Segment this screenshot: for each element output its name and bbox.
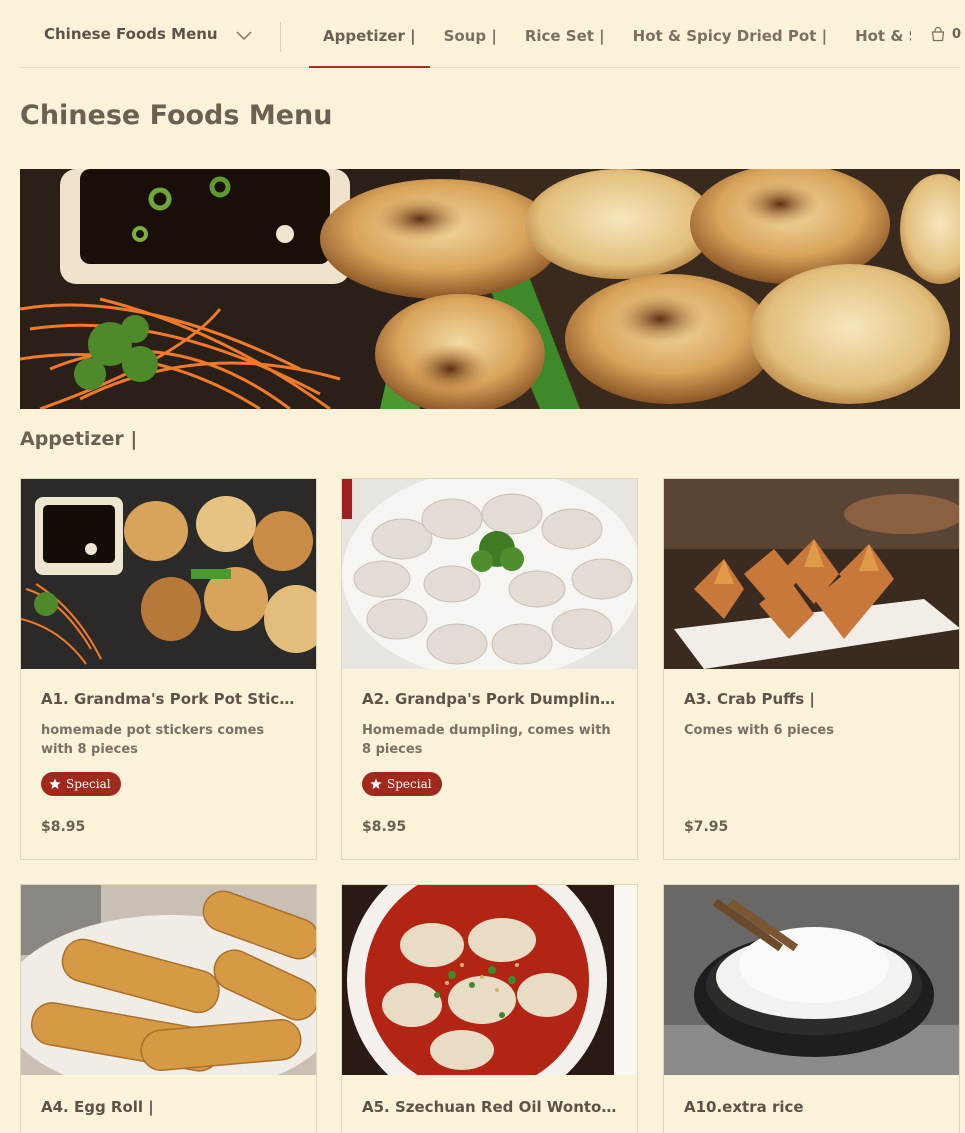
- item-name: A1. Grandma's Pork Pot Sticker...: [41, 690, 299, 708]
- menu-selector-label: Chinese Foods Menu: [44, 25, 218, 43]
- star-icon: [49, 778, 61, 789]
- item-photo-crab-puffs: [664, 479, 959, 669]
- item-price: $8.95: [41, 819, 86, 835]
- item-photo-egg-roll: [21, 885, 316, 1075]
- item-name: A10.extra rice: [684, 1098, 804, 1116]
- menu-item-card[interactable]: A5. Szechuan Red Oil Wontons |: [341, 884, 638, 1133]
- item-description: Comes with 6 pieces: [684, 723, 834, 738]
- hero-image-potstickers: [20, 169, 960, 409]
- menu-item-card[interactable]: A10.extra rice: [663, 884, 960, 1133]
- badge-label: Special: [66, 777, 111, 791]
- page-title: Chinese Foods Menu: [20, 100, 333, 131]
- tab-rice-set[interactable]: Rice Set |: [511, 0, 619, 68]
- item-price: $8.95: [362, 819, 407, 835]
- tab-hot-spicy[interactable]: Hot & Spicy: [841, 0, 911, 68]
- section-title-appetizer: Appetizer |: [20, 428, 138, 450]
- tab-hot-spicy-dried-pot[interactable]: Hot & Spicy Dried Pot |: [619, 0, 841, 68]
- item-name: A4. Egg Roll |: [41, 1098, 154, 1116]
- badge-label: Special: [387, 777, 432, 791]
- item-photo-pork-dumplings: [342, 479, 637, 669]
- menu-item-card[interactable]: A1. Grandma's Pork Pot Sticker... homema…: [20, 478, 317, 860]
- menu-selector-dropdown[interactable]: Chinese Foods Menu: [20, 0, 280, 68]
- item-description: Homemade dumpling, comes with 8 pieces: [362, 723, 611, 757]
- special-badge: Special: [362, 772, 442, 796]
- tab-soup[interactable]: Soup |: [430, 0, 511, 68]
- category-tabs: Appetizer | Soup | Rice Set | Hot & Spicy D…: [309, 0, 911, 68]
- star-icon: [370, 778, 382, 789]
- tab-appetizer[interactable]: Appetizer |: [309, 0, 430, 68]
- item-name: A3. Crab Puffs |: [684, 690, 815, 708]
- divider: [280, 22, 281, 52]
- item-photo-red-oil-wontons: [342, 885, 637, 1075]
- item-name: A2. Grandpa's Pork Dumplings |: [362, 690, 620, 708]
- item-name: A5. Szechuan Red Oil Wontons |: [362, 1098, 620, 1116]
- special-badge: Special: [41, 772, 121, 796]
- item-description: homemade pot stickers comes with 8 piece…: [41, 723, 265, 757]
- menu-item-card[interactable]: A4. Egg Roll |: [20, 884, 317, 1133]
- item-photo-pot-stickers: [21, 479, 316, 669]
- cart-button[interactable]: 0: [930, 26, 961, 42]
- cart-count: 0: [952, 26, 962, 42]
- item-photo-extra-rice: [664, 885, 959, 1075]
- shopping-bag-icon: [931, 26, 945, 42]
- item-price: $7.95: [684, 819, 729, 835]
- chevron-down-icon: [236, 31, 252, 40]
- top-navigation: Chinese Foods Menu Appetizer | Soup | Rice…: [20, 0, 961, 68]
- menu-item-card[interactable]: A2. Grandpa's Pork Dumplings | Homemade …: [341, 478, 638, 860]
- menu-item-card[interactable]: A3. Crab Puffs | Comes with 6 pieces $7.…: [663, 478, 960, 860]
